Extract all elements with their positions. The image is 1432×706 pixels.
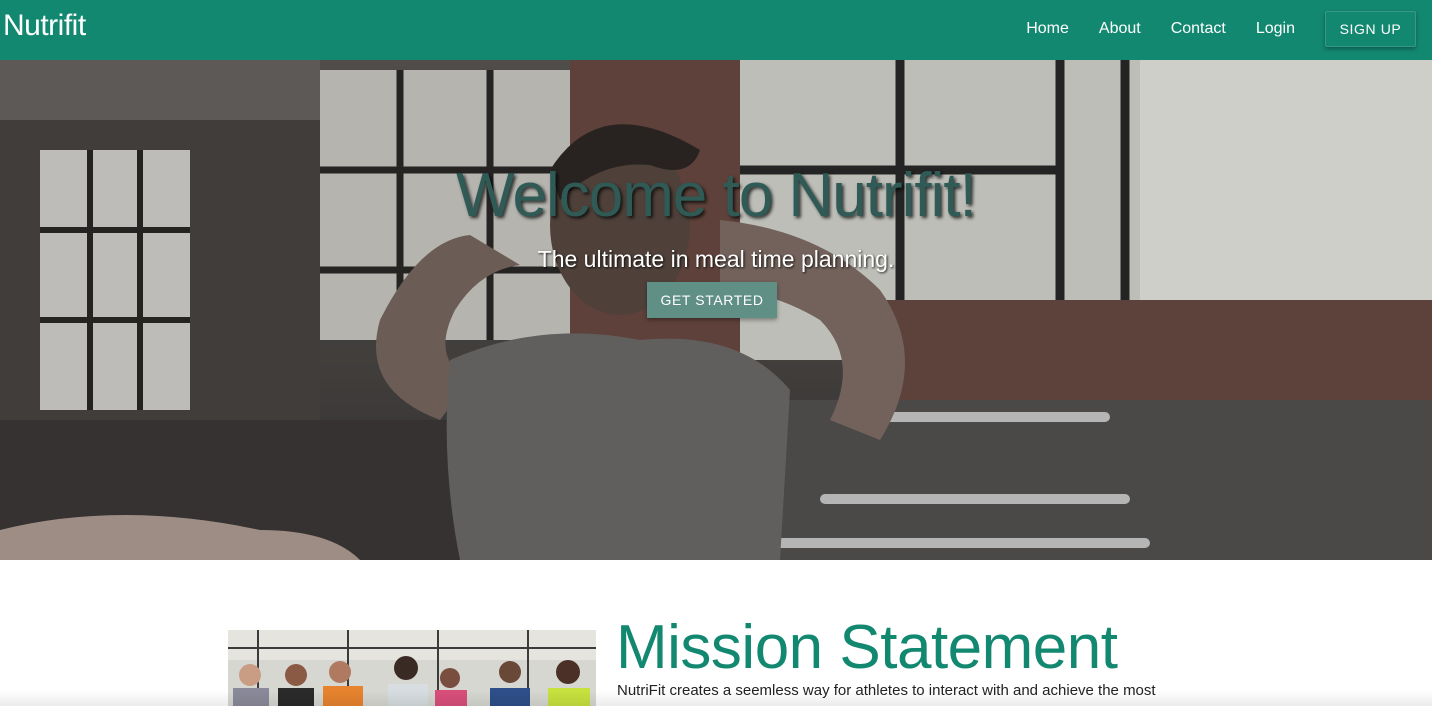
mission-group-photo [228, 630, 596, 706]
hero-subtitle: The ultimate in meal time planning. [537, 246, 895, 272]
mission-heading: Mission Statement [616, 613, 1118, 682]
nav-link-contact[interactable]: Contact [1171, 11, 1226, 47]
sign-up-button[interactable]: SIGN UP [1325, 11, 1416, 47]
nav-link-login[interactable]: Login [1256, 11, 1295, 47]
nav-link-about[interactable]: About [1099, 11, 1141, 47]
mission-section: Mission Statement NutriFit creates a see… [0, 560, 1432, 706]
hero-banner: Welcome to Nutrifit! The ultimate in mea… [0, 60, 1432, 560]
mission-text: NutriFit creates a seemless way for athl… [617, 682, 1156, 699]
hero-title: Welcome to Nutrifit! [456, 161, 977, 230]
top-navbar: Nutrifit Home About Contact Login SIGN U… [0, 0, 1432, 60]
nav-link-home[interactable]: Home [1026, 11, 1069, 47]
brand-logo-link[interactable]: Nutrifit [3, 9, 86, 43]
nav-links: Home About Contact Login SIGN UP [996, 11, 1416, 47]
get-started-button[interactable]: GET STARTED [647, 282, 777, 318]
